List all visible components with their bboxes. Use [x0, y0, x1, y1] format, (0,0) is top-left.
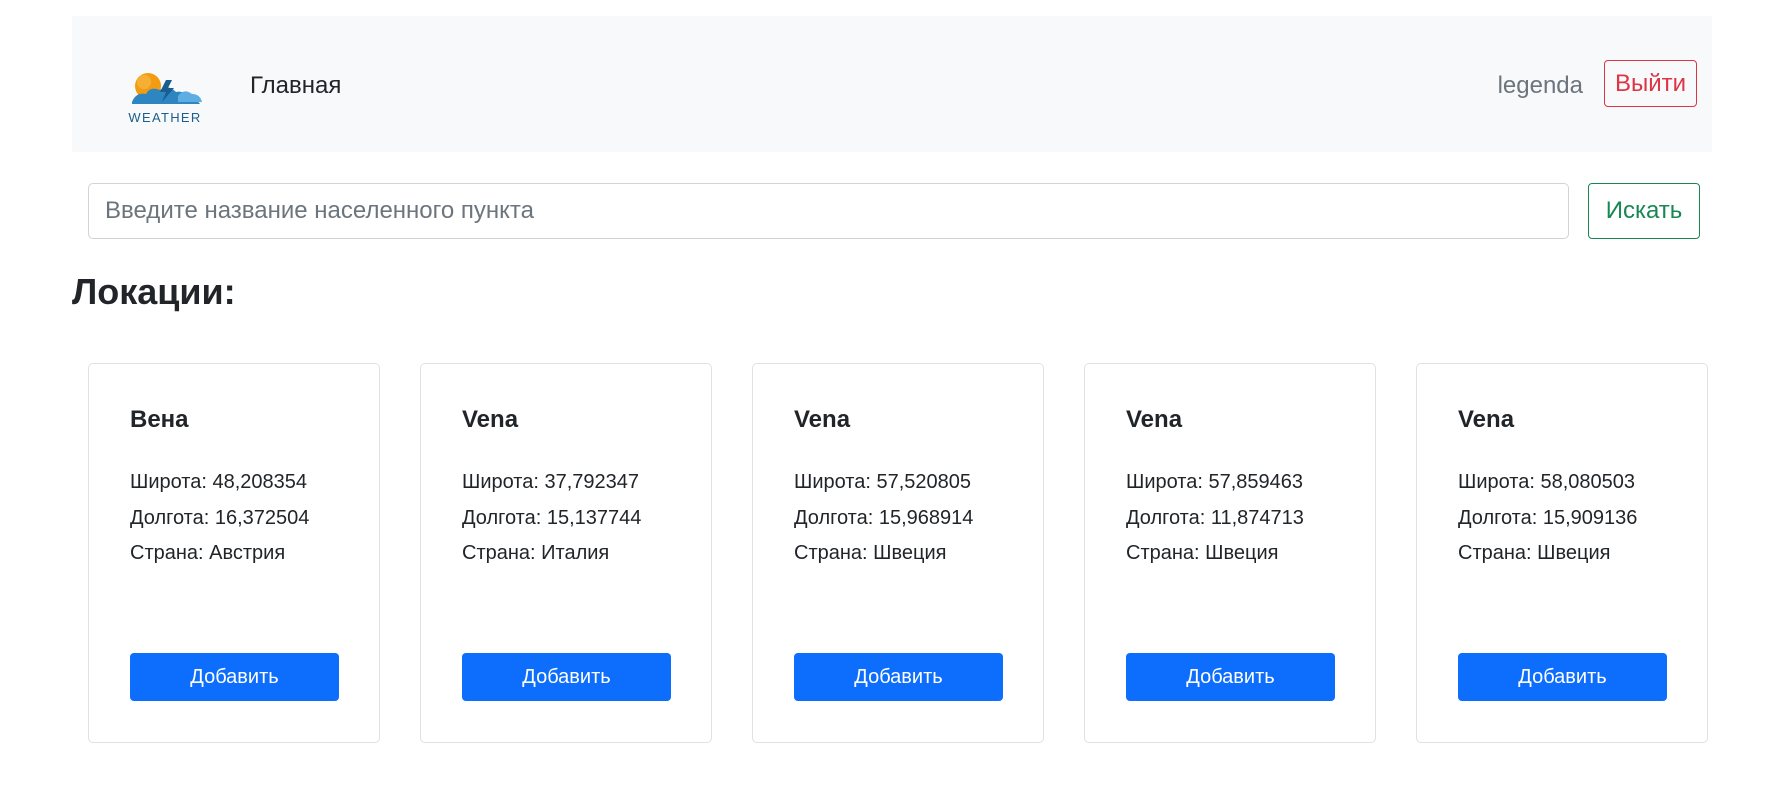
location-name: Vena — [1126, 406, 1183, 433]
location-longitude: Долгота: 15,137744 — [462, 507, 642, 529]
add-location-button[interactable]: Добавить — [462, 653, 671, 701]
location-longitude: Долгота: 15,968914 — [794, 507, 974, 529]
logout-button[interactable]: Выйти — [1604, 60, 1697, 107]
location-longitude: Долгота: 11,874713 — [1126, 507, 1304, 529]
add-location-button[interactable]: Добавить — [1458, 653, 1667, 701]
location-name: Vena — [1458, 406, 1515, 433]
weather-logo[interactable]: WEATHER — [122, 68, 208, 132]
location-name: Вена — [130, 406, 189, 433]
location-card: Vena Широта: 57,520805 Долгота: 15,96891… — [752, 363, 1044, 743]
navbar: WEATHER Главная legenda Выйти — [72, 16, 1712, 152]
location-latitude: Широта: 37,792347 — [462, 471, 640, 493]
nav-home-link[interactable]: Главная — [250, 70, 341, 102]
location-country: Страна: Италия — [462, 542, 610, 564]
username-label: legenda — [1497, 72, 1583, 99]
add-location-button[interactable]: Добавить — [1126, 653, 1335, 701]
location-latitude: Широта: 58,080503 — [1458, 471, 1636, 493]
location-country: Страна: Швеция — [1126, 542, 1279, 564]
location-latitude: Широта: 57,520805 — [794, 471, 972, 493]
locations-heading: Локации: — [72, 271, 236, 312]
sun-cloud-icon — [132, 73, 202, 104]
add-location-button[interactable]: Добавить — [794, 653, 1003, 701]
search-button[interactable]: Искать — [1588, 183, 1700, 239]
location-card: Вена Широта: 48,208354 Долгота: 16,37250… — [88, 363, 380, 743]
location-card: Vena Широта: 57,859463 Долгота: 11,87471… — [1084, 363, 1376, 743]
location-country: Страна: Швеция — [794, 542, 947, 564]
location-latitude: Широта: 48,208354 — [130, 471, 308, 493]
location-search-input[interactable] — [88, 183, 1569, 239]
location-longitude: Долгота: 15,909136 — [1458, 507, 1638, 529]
logo-text: WEATHER — [128, 110, 202, 125]
location-latitude: Широта: 57,859463 — [1126, 471, 1304, 493]
location-name: Vena — [462, 406, 519, 433]
location-card: Vena Широта: 58,080503 Долгота: 15,90913… — [1416, 363, 1708, 743]
location-country: Страна: Швеция — [1458, 542, 1611, 564]
add-location-button[interactable]: Добавить — [130, 653, 339, 701]
location-longitude: Долгота: 16,372504 — [130, 507, 310, 529]
location-card: Vena Широта: 37,792347 Долгота: 15,13774… — [420, 363, 712, 743]
location-name: Vena — [794, 406, 851, 433]
page: WEATHER Главная legenda Выйти Искать Лок… — [0, 0, 1784, 792]
location-country: Страна: Австрия — [130, 542, 286, 564]
